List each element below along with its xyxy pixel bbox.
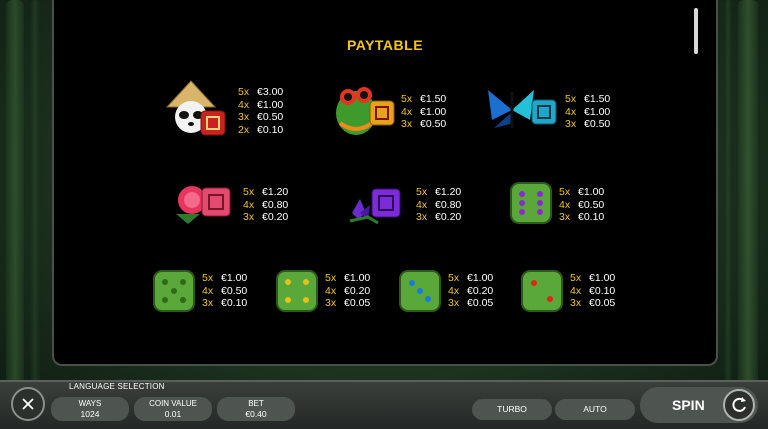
blue-dice-pays: 5x €1.00 4x €0.20 3x €0.05: [448, 272, 493, 310]
spin-button[interactable]: SPIN: [640, 387, 758, 423]
red-dice-pays: 5x €1.00 4x €0.10 3x €0.05: [570, 272, 615, 310]
auto-button[interactable]: AUTO: [555, 399, 635, 420]
pay-row: 4x €0.20: [325, 284, 371, 297]
pay-row: 4x €0.50: [202, 284, 248, 297]
pink-flower-symbol-icon: [176, 186, 231, 224]
purple-flower-pays: 5x €1.20 4x €0.80 3x €0.20: [416, 186, 461, 224]
pay-row: 3x €0.05: [570, 297, 616, 309]
ways-label: WAYS: [78, 399, 102, 408]
bet-label: BET: [248, 399, 264, 408]
pay-row: 5x €1.20: [416, 186, 462, 198]
coin-value-value: 0.01: [164, 409, 182, 419]
pay-row: 5x €1.50: [565, 93, 611, 105]
close-button[interactable]: [11, 387, 45, 421]
purple-dice-symbol-icon: [510, 182, 552, 224]
paytable-title: PAYTABLE: [346, 37, 424, 53]
language-selection-link[interactable]: LANGUAGE SELECTION: [69, 382, 165, 391]
bet-value: €0.40: [245, 409, 267, 419]
turbo-button[interactable]: TURBO: [472, 399, 552, 420]
bamboo-left: [6, 0, 24, 427]
bamboo-right-thin: [724, 0, 732, 427]
panda-symbol-icon: [165, 80, 226, 136]
pay-row: 3x €0.20: [416, 211, 462, 223]
butterfly-pays: 5x €1.50 4x €1.00 3x €0.50: [565, 93, 610, 131]
pay-row: 2x €0.10: [238, 123, 284, 136]
pay-row: 4x €0.80: [243, 198, 289, 211]
pay-row: 3x €0.05: [448, 297, 494, 309]
pay-row: 5x €1.00: [570, 272, 616, 284]
pay-row: 5x €3.00: [238, 86, 284, 98]
pay-row: 5x €1.00: [559, 186, 605, 198]
pink-flower-pays: 5x €1.20 4x €0.80 3x €0.20: [243, 186, 288, 224]
autoplay-toggle[interactable]: [723, 389, 755, 421]
pay-row: 4x €0.20: [448, 284, 494, 297]
yellow-dice-symbol-icon: [276, 270, 318, 312]
purple-flower-symbol-icon: [349, 188, 401, 225]
pay-row: 5x €1.00: [448, 272, 494, 284]
pay-row: 3x €0.20: [243, 211, 289, 223]
panda-pays: 5x €3.00 4x €1.00 3x €0.50 2x €0.10: [238, 86, 283, 136]
pay-row: 3x €0.50: [238, 111, 284, 123]
pay-row: 3x €0.05: [325, 297, 371, 309]
butterfly-symbol-icon: [488, 90, 557, 128]
yellow-dice-pays: 5x €1.00 4x €0.20 3x €0.05: [325, 272, 370, 310]
green-dice-symbol-icon: [153, 270, 195, 312]
pay-row: 4x €0.10: [570, 284, 616, 297]
pay-row: 4x €1.00: [565, 105, 611, 118]
frog-symbol-icon: [336, 87, 395, 135]
pay-row: 3x €0.50: [401, 118, 447, 130]
pay-row: 3x €0.10: [202, 297, 248, 309]
pay-row: 4x €0.50: [559, 198, 605, 211]
coin-value-label: COIN VALUE: [149, 399, 197, 408]
bamboo-left-thin: [30, 0, 40, 427]
bamboo-right: [738, 0, 758, 427]
pay-row: 3x €0.10: [559, 211, 605, 223]
pay-row: 4x €0.80: [416, 198, 462, 211]
bet-selector[interactable]: BET €0.40: [217, 397, 295, 421]
ways-display: WAYS 1024: [51, 397, 129, 421]
ways-value: 1024: [80, 409, 100, 419]
coin-value-selector[interactable]: COIN VALUE 0.01: [134, 397, 212, 421]
spin-label: SPIN: [672, 397, 705, 413]
blue-dice-symbol-icon: [399, 270, 441, 312]
pay-row: 5x €1.50: [401, 93, 447, 105]
pay-row: 5x €1.20: [243, 186, 289, 198]
red-dice-symbol-icon: [521, 270, 563, 312]
pay-row: 4x €1.00: [238, 98, 284, 111]
purple-dice-pays: 5x €1.00 4x €0.50 3x €0.10: [559, 186, 604, 224]
frog-pays: 5x €1.50 4x €1.00 3x €0.50: [401, 93, 446, 131]
autoplay-refresh-icon: [732, 397, 746, 412]
pay-row: 3x €0.50: [565, 118, 611, 130]
pay-row: 4x €1.00: [401, 105, 447, 118]
pay-row: 5x €1.00: [202, 272, 248, 284]
paytable-panel[interactable]: PAYTABLE 5x €3.00 4x €1.00 3x €0.50 2x €0.10…: [52, 0, 718, 366]
green-dice-pays: 5x €1.00 4x €0.50 3x €0.10: [202, 272, 247, 310]
pay-row: 5x €1.00: [325, 272, 371, 284]
close-icon: [22, 398, 34, 410]
